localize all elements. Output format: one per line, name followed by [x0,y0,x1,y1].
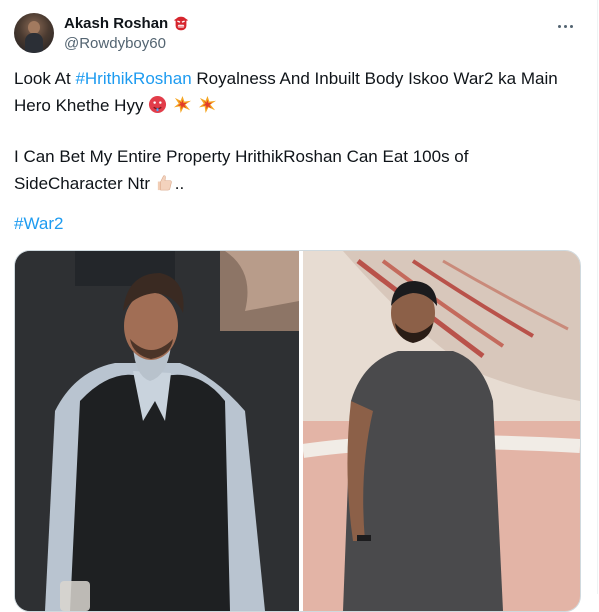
hashtag-link[interactable]: #War2 [14,214,63,233]
tweet-card[interactable]: Akash Roshan @Rowdyboy60 Look At #Hrithi… [0,0,598,612]
tweet-text-line-3: I Can Bet My Entire Property HrithikRosh… [14,145,468,169]
hot-face-emoji-icon [149,95,167,114]
tweet-text-line-5: #War2 [14,212,63,236]
text-segment: .. [174,174,185,193]
tweet-text-line-4: SideCharacter Ntr .. [14,172,184,196]
photo-right[interactable] [301,251,580,611]
name-row: Akash Roshan [64,13,190,33]
dot-icon [557,24,561,28]
tweet-text-line-1: Look At #HrithikRoshan Royalness And Inb… [14,67,558,91]
tweet-text-line-2: Hero Khethe Hyy [14,94,218,118]
man-in-tshirt-photo [301,251,580,611]
display-name[interactable]: Akash Roshan [64,15,168,32]
more-options-icon[interactable] [553,16,577,36]
text-segment: Royalness And Inbuilt Body Iskoo War2 ka… [191,69,558,88]
man-in-vest-photo [15,251,299,611]
text-segment: Look At [14,69,76,88]
avatar-figure [25,33,43,53]
dot-icon [563,24,567,28]
user-handle[interactable]: @Rowdyboy60 [64,35,166,52]
photo-left[interactable] [15,251,299,611]
collision-emoji-icon [198,95,216,114]
text-segment: SideCharacter Ntr [14,174,151,193]
dot-icon [569,24,573,28]
text-segment: Hero Khethe Hyy [14,96,144,115]
hashtag-link[interactable]: #HrithikRoshan [75,69,191,88]
thumbs-up-emoji-icon [157,175,172,191]
collision-emoji-icon [173,95,191,114]
text-segment: I Can Bet My Entire Property HrithikRosh… [14,147,469,166]
tweet-media[interactable] [14,250,581,612]
user-avatar[interactable] [14,13,54,53]
goblin-emoji-icon [174,16,189,31]
